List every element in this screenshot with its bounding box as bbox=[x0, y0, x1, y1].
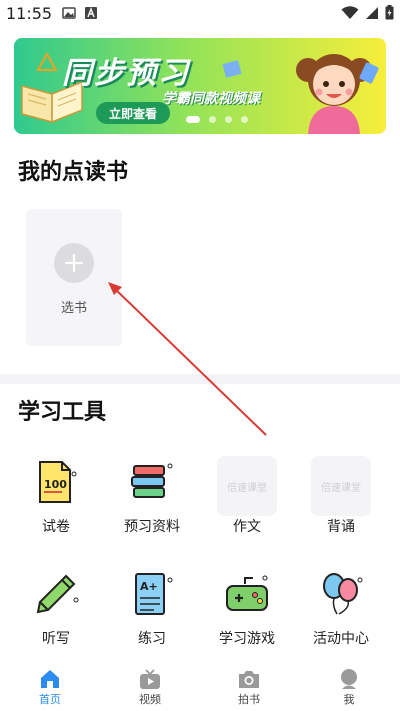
banner-dot bbox=[241, 116, 248, 123]
banner-pagination bbox=[186, 116, 248, 123]
add-book-label: 选书 bbox=[60, 301, 87, 316]
tool-label: 预习资料 bbox=[124, 519, 180, 535]
battery-icon bbox=[385, 5, 394, 20]
my-books-title: 我的点读书 bbox=[18, 160, 129, 185]
tab-label: 视频 bbox=[139, 693, 161, 706]
add-book-card[interactable]: 选书 bbox=[26, 209, 122, 346]
books-stack-icon bbox=[128, 458, 176, 506]
profile-icon bbox=[341, 669, 357, 689]
status-bar: 11:55 bbox=[0, 0, 400, 28]
tool-practice[interactable]: A+ 练习 bbox=[112, 570, 192, 660]
font-a-icon bbox=[85, 7, 97, 19]
tool-label: 听写 bbox=[42, 631, 70, 647]
section-divider bbox=[0, 374, 400, 384]
svg-text:100: 100 bbox=[44, 478, 67, 491]
tab-video[interactable]: 视频 bbox=[120, 666, 180, 710]
placeholder-image: 倍速课堂 bbox=[217, 456, 277, 516]
exam-paper-icon: 100 bbox=[32, 458, 80, 506]
tools-title: 学习工具 bbox=[18, 400, 107, 425]
add-icon bbox=[54, 243, 94, 283]
video-icon bbox=[140, 669, 160, 689]
banner-subtitle: 学霸同款视频课 bbox=[162, 91, 260, 107]
gallery-icon bbox=[62, 7, 76, 19]
banner-view-button[interactable]: 立即查看 bbox=[96, 102, 170, 124]
tool-label: 试卷 bbox=[42, 519, 70, 535]
tool-dictation[interactable]: 听写 bbox=[16, 570, 96, 660]
signal-icon bbox=[366, 6, 378, 19]
home-icon bbox=[41, 670, 59, 688]
tool-label: 作文 bbox=[233, 519, 261, 535]
tool-recitation[interactable]: 倍速课堂 背诵 bbox=[301, 456, 381, 548]
tool-label: 背诵 bbox=[327, 519, 355, 535]
balloons-icon bbox=[317, 570, 365, 618]
wifi-icon bbox=[341, 5, 359, 19]
tab-home[interactable]: 首页 bbox=[20, 666, 80, 710]
tool-exam[interactable]: 100 试卷 bbox=[16, 458, 96, 548]
gamepad-icon bbox=[223, 570, 271, 618]
tool-composition[interactable]: 倍速课堂 作文 bbox=[207, 456, 287, 548]
svg-text:A+: A+ bbox=[140, 580, 158, 593]
tab-profile[interactable]: 我 bbox=[319, 666, 379, 710]
camera-icon bbox=[239, 671, 259, 688]
notebook-decoration bbox=[222, 60, 242, 78]
promo-banner[interactable]: 同步预习 学霸同款视频课 立即查看 bbox=[14, 38, 386, 134]
pencil-icon bbox=[32, 570, 80, 618]
banner-dot bbox=[225, 116, 232, 123]
tool-label: 学习游戏 bbox=[219, 631, 275, 647]
status-time: 11:55 bbox=[6, 4, 53, 23]
banner-dot-active bbox=[186, 116, 200, 123]
tool-activity-center[interactable]: 活动中心 bbox=[301, 570, 381, 660]
placeholder-watermark: 倍速课堂 bbox=[217, 456, 277, 516]
tab-scan-book[interactable]: 拍书 bbox=[219, 666, 279, 710]
banner-title: 同步预习 bbox=[62, 56, 190, 91]
placeholder-watermark: 倍速课堂 bbox=[311, 456, 371, 516]
triangle-ruler-icon bbox=[36, 52, 58, 71]
banner-dot bbox=[209, 116, 216, 123]
tab-label: 拍书 bbox=[238, 693, 260, 706]
tab-label: 我 bbox=[343, 693, 355, 706]
practice-sheet-icon: A+ bbox=[128, 570, 176, 618]
tool-preview-materials[interactable]: 预习资料 bbox=[112, 458, 192, 548]
tool-label: 练习 bbox=[138, 631, 166, 647]
tool-label: 活动中心 bbox=[313, 631, 369, 647]
tool-learning-games[interactable]: 学习游戏 bbox=[207, 570, 287, 660]
bottom-tab-bar: 首页 视频 拍书 我 bbox=[0, 664, 400, 711]
placeholder-image: 倍速课堂 bbox=[311, 456, 371, 516]
tab-label: 首页 bbox=[39, 693, 61, 706]
girl-illustration bbox=[296, 54, 379, 134]
